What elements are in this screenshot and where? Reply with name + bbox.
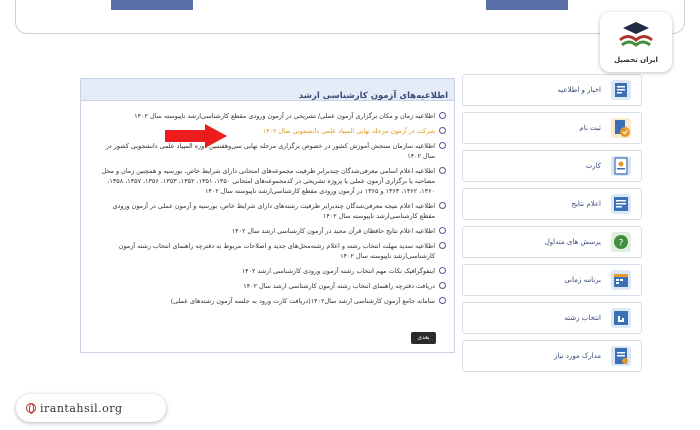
header-tab-stub — [486, 0, 568, 10]
calendar-icon — [611, 270, 631, 290]
news-item[interactable]: اطلاعیه اعلام اسامی معرفی‌شدگان چندبرابر… — [99, 166, 446, 196]
news-item-text[interactable]: سامانه جامع آزمون کارشناسی ارشد سال۱۴۰۲(… — [171, 297, 435, 305]
news-item[interactable]: اطلاعیه زمان و مکان برگزاری آزمون عملی/ … — [99, 111, 446, 121]
news-item-text[interactable]: اطلاعیه اعلام اسامی معرفی‌شدگان چندبرابر… — [102, 167, 435, 195]
sidebar-item-label: مدارک مورد نیاز — [554, 352, 601, 360]
selection-icon — [611, 308, 631, 328]
sidebar-item-major-selection[interactable]: انتخاب رشته — [462, 302, 642, 334]
svg-text:?: ? — [619, 239, 624, 249]
news-item[interactable]: اطلاعیه اعلام نتایج حافظان قرآن مجید در … — [99, 226, 446, 236]
news-item-text[interactable]: اینفوگرافیک نکات مهم انتخاب رشته آزمون و… — [242, 267, 435, 275]
bullet-icon — [439, 282, 446, 289]
sidebar-item-label: برنامه زمانی — [564, 276, 601, 284]
news-panel-title: اطلاعیه‌های آزمون کارشناسی ارشد — [298, 91, 448, 101]
sidebar-item-label: اخبار و اطلاعیه — [557, 86, 601, 94]
bullet-icon — [439, 227, 446, 234]
red-arrow-icon — [165, 124, 227, 148]
news-item-text[interactable]: دریافت دفترچه راهنمای انتخاب رشته آزمون … — [243, 282, 435, 290]
news-item-text[interactable]: شرکت در آزمون مرحله نهایی المپیاد علمی د… — [263, 127, 435, 135]
sidebar-item-schedule[interactable]: برنامه زمانی — [462, 264, 642, 296]
news-item[interactable]: دریافت دفترچه راهنمای انتخاب رشته آزمون … — [99, 281, 446, 291]
bullet-icon — [439, 267, 446, 274]
sidebar-item-label: اعلام نتایج — [571, 200, 601, 208]
bullet-icon — [439, 167, 446, 174]
news-item-text[interactable]: اطلاعیه زمان و مکان برگزاری آزمون عملی/ … — [134, 112, 435, 120]
bullet-icon — [439, 142, 446, 149]
site-url-text: irantahsil.org — [40, 401, 123, 415]
sidebar: اخبار و اطلاعیه ثبت نام کارت اعلام نتایج… — [462, 74, 642, 377]
faq-icon: ? — [611, 232, 631, 252]
news-item-text[interactable]: اطلاعیه سازمان سنجش آموزش کشور در خصوص ب… — [106, 142, 435, 160]
news-item-text[interactable]: اطلاعیه اعلام نتیجه معرفی‌شدگان چندبرابر… — [113, 202, 435, 220]
news-item[interactable]: سامانه جامع آزمون کارشناسی ارشد سال۱۴۰۲(… — [99, 296, 446, 306]
sidebar-item-label: کارت — [585, 162, 601, 170]
results-icon — [611, 194, 631, 214]
header-tab-stub — [111, 0, 193, 10]
top-header-strip — [15, 0, 685, 34]
register-icon — [611, 118, 631, 138]
brand-logo-text: ایران تحصیل — [614, 56, 658, 64]
sidebar-item-label: انتخاب رشته — [564, 314, 601, 322]
bullet-icon — [439, 202, 446, 209]
news-list: اطلاعیه زمان و مکان برگزاری آزمون عملی/ … — [81, 101, 454, 306]
sidebar-item-faq[interactable]: ? پرسش های متداول — [462, 226, 642, 258]
bullet-icon — [439, 297, 446, 304]
bullet-icon — [439, 112, 446, 119]
bullet-icon — [439, 242, 446, 249]
sidebar-item-news[interactable]: اخبار و اطلاعیه — [462, 74, 642, 106]
documents-icon — [611, 346, 631, 366]
globe-icon — [26, 403, 36, 414]
sidebar-item-label: پرسش های متداول — [544, 238, 601, 246]
graduation-book-icon — [619, 22, 653, 47]
sidebar-item-label: ثبت نام — [579, 124, 601, 132]
next-button[interactable]: بعدی — [411, 332, 436, 344]
news-item-highlighted[interactable]: شرکت در آزمون مرحله نهایی المپیاد علمی د… — [99, 126, 446, 136]
sidebar-item-register[interactable]: ثبت نام — [462, 112, 642, 144]
news-panel: اطلاعیه‌های آزمون کارشناسی ارشد اطلاعیه … — [80, 78, 455, 353]
news-item-text[interactable]: اطلاعیه تمدید مهلت انتخاب رشته و اعلام ر… — [119, 242, 435, 260]
news-panel-header: اطلاعیه‌های آزمون کارشناسی ارشد — [81, 79, 454, 101]
sidebar-item-documents[interactable]: مدارک مورد نیاز — [462, 340, 642, 372]
news-item[interactable]: اطلاعیه اعلام نتیجه معرفی‌شدگان چندبرابر… — [99, 201, 446, 221]
news-item-text[interactable]: اطلاعیه اعلام نتایج حافظان قرآن مجید در … — [232, 227, 435, 235]
news-item[interactable]: اینفوگرافیک نکات مهم انتخاب رشته آزمون و… — [99, 266, 446, 276]
sidebar-item-results[interactable]: اعلام نتایج — [462, 188, 642, 220]
card-icon — [611, 156, 631, 176]
brand-logo: ایران تحصیل — [600, 12, 672, 72]
news-item[interactable]: اطلاعیه تمدید مهلت انتخاب رشته و اعلام ر… — [99, 241, 446, 261]
news-item[interactable]: اطلاعیه سازمان سنجش آموزش کشور در خصوص ب… — [99, 141, 446, 161]
bullet-icon — [439, 127, 446, 134]
site-url-badge: irantahsil.org — [16, 394, 166, 422]
news-icon — [611, 80, 631, 100]
sidebar-item-card[interactable]: کارت — [462, 150, 642, 182]
